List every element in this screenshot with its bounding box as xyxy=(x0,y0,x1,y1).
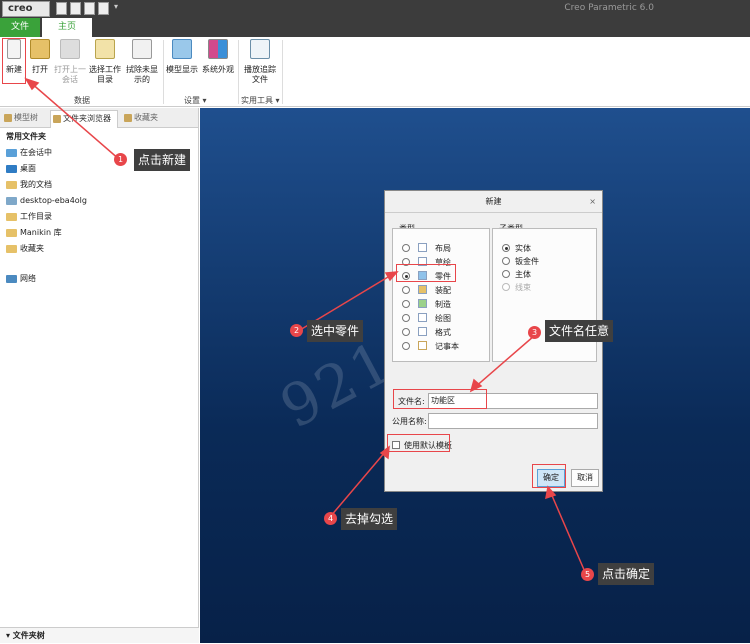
arrow-line xyxy=(549,490,586,573)
arrow-head xyxy=(545,485,557,500)
annotation-arrows xyxy=(24,77,586,573)
step-callout: 点击新建 xyxy=(134,149,191,171)
step-badge: 2 xyxy=(290,324,303,337)
step-badge: 4 xyxy=(324,512,337,525)
step-callout: 文件名任意 xyxy=(545,320,614,342)
step-badge: 3 xyxy=(528,326,541,339)
step-badge: 1 xyxy=(114,153,127,166)
arrow-line xyxy=(473,335,535,389)
step-badge: 5 xyxy=(581,568,594,581)
arrow-head xyxy=(469,378,483,393)
arrow-head xyxy=(384,271,399,282)
step-callout: 去掉勾选 xyxy=(341,508,398,530)
step-callout: 选中零件 xyxy=(307,320,364,342)
step-callout: 点击确定 xyxy=(598,563,655,585)
arrow-line xyxy=(29,81,121,161)
